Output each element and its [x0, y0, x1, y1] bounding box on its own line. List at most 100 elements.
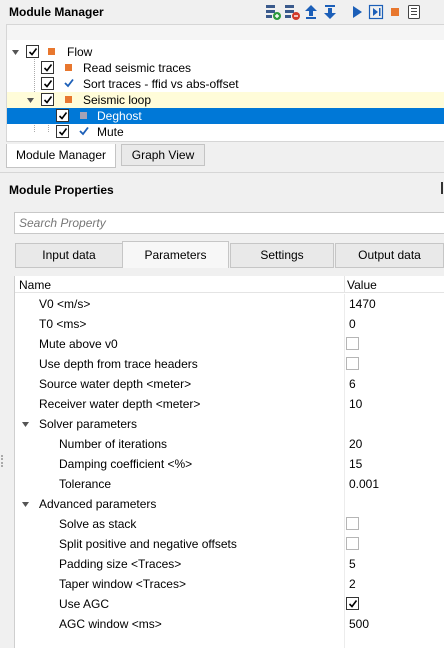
tree-checkbox[interactable] [56, 125, 69, 138]
property-group-advanced[interactable]: Advanced parameters [15, 494, 444, 514]
module-manager-header: Module Manager [0, 0, 444, 24]
tab-input-data[interactable]: Input data [15, 243, 123, 268]
group-name: Advanced parameters [39, 497, 157, 511]
property-value[interactable]: 20 [349, 437, 362, 451]
property-checkbox[interactable] [346, 517, 359, 530]
tab-parameters[interactable]: Parameters [122, 241, 229, 268]
property-name: V0 <m/s> [39, 297, 91, 311]
tree-item-mute[interactable]: Mute [7, 124, 444, 140]
module-marker-icon [65, 96, 72, 103]
property-name: Use AGC [59, 597, 110, 611]
property-checkbox[interactable] [346, 357, 359, 370]
tree-item-sort-traces[interactable]: Sort traces - ffid vs abs-offset [7, 76, 444, 92]
property-value[interactable]: 6 [349, 377, 356, 391]
check-mark-icon [64, 78, 74, 88]
run-step-icon[interactable] [367, 4, 384, 21]
column-header-name[interactable]: Name [19, 278, 51, 292]
property-row-padding[interactable]: Padding size <Traces> 5 [15, 554, 444, 574]
log-icon[interactable] [405, 4, 422, 21]
module-properties-title: Module Properties [9, 183, 114, 197]
module-marker-icon [65, 64, 72, 71]
tab-settings[interactable]: Settings [230, 243, 334, 268]
property-row-t0[interactable]: T0 <ms> 0 [15, 314, 444, 334]
tree-checkbox[interactable] [26, 45, 39, 58]
property-name: AGC window <ms> [59, 617, 162, 631]
property-row-damping[interactable]: Damping coefficient <%> 15 [15, 454, 444, 474]
property-name: Source water depth <meter> [39, 377, 192, 391]
collapse-arrow-icon[interactable] [21, 420, 30, 429]
property-grid[interactable]: Name Value V0 <m/s> 1470 T0 <ms> 0 Mute … [14, 276, 444, 648]
tree-header-strip [6, 24, 444, 40]
splitter-grip[interactable] [1, 455, 3, 467]
flow-tree[interactable]: Flow Read seismic traces Sort traces - f… [6, 40, 444, 142]
property-row-split-offsets[interactable]: Split positive and negative offsets [15, 534, 444, 554]
move-up-icon[interactable] [302, 4, 319, 21]
property-name: Number of iterations [59, 437, 168, 451]
property-name: Damping coefficient <%> [59, 457, 193, 471]
module-marker-icon [80, 112, 87, 119]
property-value[interactable]: 15 [349, 457, 362, 471]
check-mark-icon [79, 126, 89, 136]
tab-output-data[interactable]: Output data [335, 243, 444, 268]
remove-module-icon[interactable] [283, 4, 300, 21]
module-toolbar [264, 3, 424, 21]
property-name: Mute above v0 [39, 337, 118, 351]
tree-item-label: Mute [97, 125, 124, 139]
property-checkbox[interactable] [346, 337, 359, 350]
property-checkbox[interactable] [346, 597, 359, 610]
search-property-field[interactable] [14, 212, 444, 234]
property-checkbox[interactable] [346, 537, 359, 550]
property-value[interactable]: 0.001 [349, 477, 379, 491]
property-name: Use depth from trace headers [39, 357, 198, 371]
tab-module-manager[interactable]: Module Manager [6, 144, 116, 168]
property-group-solver[interactable]: Solver parameters [15, 414, 444, 434]
property-row-mute-above-v0[interactable]: Mute above v0 [15, 334, 444, 354]
property-row-use-agc[interactable]: Use AGC [15, 594, 444, 614]
property-row-source-depth[interactable]: Source water depth <meter> 6 [15, 374, 444, 394]
expand-arrow-icon[interactable] [26, 96, 35, 105]
module-manager-title: Module Manager [9, 5, 104, 19]
property-row-agc-window[interactable]: AGC window <ms> 500 [15, 614, 444, 634]
property-name: Padding size <Traces> [59, 557, 182, 571]
tree-item-read-seismic[interactable]: Read seismic traces [7, 60, 444, 76]
group-name: Solver parameters [39, 417, 138, 431]
collapse-arrow-icon[interactable] [21, 500, 30, 509]
add-module-icon[interactable] [264, 4, 281, 21]
column-separator [344, 276, 345, 293]
tree-item-seismic-loop[interactable]: Seismic loop [7, 92, 444, 108]
property-value[interactable]: 500 [349, 617, 369, 631]
property-row-iterations[interactable]: Number of iterations 20 [15, 434, 444, 454]
property-row-use-depth[interactable]: Use depth from trace headers [15, 354, 444, 374]
property-value[interactable]: 1470 [349, 297, 376, 311]
tree-item-flow[interactable]: Flow [7, 44, 444, 60]
property-name: T0 <ms> [39, 317, 87, 331]
property-row-solve-as-stack[interactable]: Solve as stack [15, 514, 444, 534]
property-name: Tolerance [59, 477, 112, 491]
property-name: Taper window <Traces> [59, 577, 186, 591]
stop-icon[interactable] [386, 4, 403, 21]
property-row-v0[interactable]: V0 <m/s> 1470 [15, 294, 444, 314]
module-marker-icon [48, 48, 55, 55]
tree-checkbox[interactable] [41, 61, 54, 74]
property-value[interactable]: 2 [349, 577, 356, 591]
move-down-icon[interactable] [321, 4, 338, 21]
tree-item-label: Sort traces - ffid vs abs-offset [83, 77, 239, 91]
tree-checkbox[interactable] [56, 109, 69, 122]
tree-item-label: Deghost [97, 109, 142, 123]
property-value[interactable]: 10 [349, 397, 362, 411]
property-name: Receiver water depth <meter> [39, 397, 201, 411]
property-row-receiver-depth[interactable]: Receiver water depth <meter> 10 [15, 394, 444, 414]
property-value[interactable]: 0 [349, 317, 356, 331]
tab-graph-view[interactable]: Graph View [121, 144, 205, 166]
property-row-tolerance[interactable]: Tolerance 0.001 [15, 474, 444, 494]
property-value[interactable]: 5 [349, 557, 356, 571]
tree-checkbox[interactable] [41, 93, 54, 106]
run-icon[interactable] [348, 4, 365, 21]
expand-arrow-icon[interactable] [11, 48, 20, 57]
column-header-value[interactable]: Value [347, 278, 377, 292]
tree-checkbox[interactable] [41, 77, 54, 90]
property-row-taper[interactable]: Taper window <Traces> 2 [15, 574, 444, 594]
panel-splitter[interactable] [0, 172, 444, 173]
tree-item-deghost[interactable]: Deghost [7, 108, 444, 124]
search-property-input[interactable] [15, 213, 444, 233]
